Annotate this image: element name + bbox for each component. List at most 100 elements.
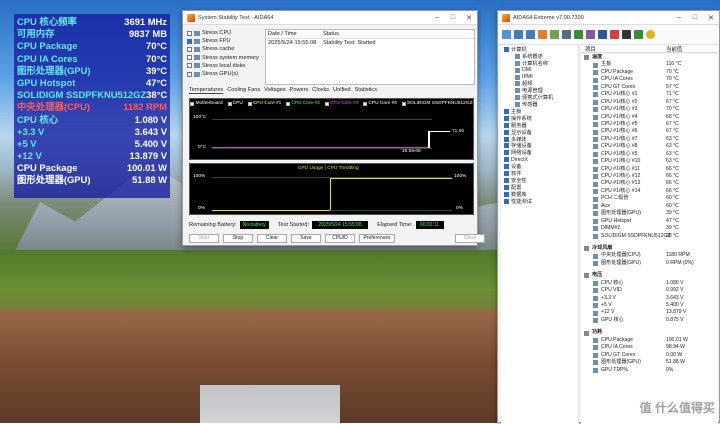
tab-statistics[interactable]: Statistics [355,87,377,94]
stress-option[interactable]: Stress system memory [187,54,261,62]
tree-node[interactable]: 数据库 [501,191,578,198]
benchmark-icon[interactable] [586,30,595,39]
save-button[interactable]: Save [291,234,321,243]
tree-node[interactable]: 计算机 [501,46,578,53]
legend-item[interactable]: SOLIDIGM SSDPFKNU512GZ [401,100,473,107]
sensor-row[interactable]: CPU GT Cores 0.00 W [581,352,718,359]
stress-checkbox[interactable] [187,30,192,36]
tree-node[interactable]: 计算机名称 [501,60,578,67]
sensor-row[interactable]: CPU IA Cores 70 °C [581,76,718,83]
favorite-icon[interactable] [646,30,655,39]
sensor-row[interactable]: GPU 核心 0.875 V [581,317,718,324]
sensor-list[interactable]: 温度 主板 116 °C CPU Package 70 °C CPU IA Cores 70… [581,54,718,424]
preferences-button[interactable]: Preferences [359,234,395,243]
menu-icon[interactable] [502,30,511,39]
tree-node[interactable]: 安全性 [501,177,578,184]
legend-checkbox[interactable] [401,101,406,106]
tree-node[interactable]: 性能测试 [501,198,578,205]
legend-item[interactable]: CPU Core #1 [247,100,281,107]
clear-button[interactable]: Clear [257,234,287,243]
tab-clocks[interactable]: Clocks [312,87,329,94]
stress-checkbox[interactable] [187,38,192,44]
tree-node[interactable]: 软件 [501,170,578,177]
tree-node[interactable]: 电源管理 [501,87,578,94]
tree-node[interactable]: 传感器 [501,101,578,108]
stress-checkbox[interactable] [187,63,192,69]
minimize-icon[interactable]: – [429,14,445,22]
sensor-row[interactable]: 图形处理器(GPU) 0 RPM (0%) [581,260,718,267]
tree-node[interactable]: 系统概述 [501,53,578,60]
tab-powers[interactable]: Powers [290,87,309,94]
sensor-row[interactable]: CPU #1/核心 #10 63 °C [581,158,718,165]
stress-option[interactable]: Stress GPU(s) [187,70,261,78]
minimize-icon[interactable]: – [671,14,687,22]
sensor-row[interactable]: +12 V 13.879 V [581,309,718,316]
sensor-row[interactable]: CPU VID 0.992 V [581,287,718,294]
legend-checkbox[interactable] [190,101,195,106]
tree-node[interactable]: DirectX [501,156,578,163]
stress-checkbox[interactable] [187,55,192,61]
system-info-icon[interactable] [574,30,583,39]
sensor-row[interactable]: CPU Package 100.01 W [581,337,718,344]
status-log-table[interactable]: Date / Time Status 2025/5/24 15:55:08 St… [265,29,475,85]
tree-node[interactable]: 设备 [501,163,578,170]
tree-node[interactable]: 超频 [501,80,578,87]
legend-checkbox[interactable] [247,101,252,106]
sensor-row[interactable]: CPU #1/核心 #3 70 °C [581,106,718,113]
legend-checkbox[interactable] [286,101,291,106]
sensor-row[interactable]: CPU 核心 1.080 V [581,280,718,287]
tree-node[interactable]: 配置 [501,184,578,191]
sensor-row[interactable]: CPU #1/核心 #9 63 °C [581,151,718,158]
start-button[interactable]: Start [189,234,219,243]
tree-node[interactable]: 多媒体 [501,136,578,143]
stop-button[interactable]: Stop [223,234,253,243]
stability-test-window[interactable]: System Stability Test - AIDA64 – □ ✕ Str… [182,10,485,246]
maximize-icon[interactable]: □ [445,14,461,22]
sensor-row[interactable]: +5 V 5.400 V [581,302,718,309]
sensor-row[interactable]: PCH 二极管 60 °C [581,195,718,202]
sensor-row[interactable]: 中央处理器(CPU) 1180 RPM [581,252,718,259]
sensor-row[interactable]: CPU #1/核心 #1 71 °C [581,91,718,98]
sensor-row[interactable]: SOLIDIGM SSDPFKNU512GZ 38 °C [581,233,718,240]
stress-option[interactable]: Stress local disks [187,62,261,70]
forward-icon[interactable] [526,30,535,39]
close-icon[interactable]: ✕ [703,14,719,22]
section-header[interactable]: 功耗 [581,329,718,336]
aida64-main-window[interactable]: AIDA64 Extreme v7.00.7300 – □ ✕ 计算机 系统概述计… [497,10,720,424]
tree-node[interactable]: 存储设备 [501,142,578,149]
sensor-row[interactable]: CPU #1/核心 #11 66 °C [581,166,718,173]
close-icon[interactable]: ✕ [461,14,477,22]
legend-item[interactable]: CPU [227,100,243,107]
maximize-icon[interactable]: □ [687,14,703,22]
sensor-row[interactable]: GPU TDP% 0% [581,367,718,374]
sensor-row[interactable]: CPU #1/核心 #2 67 °C [581,99,718,106]
col-value[interactable]: 当前值 [666,45,682,53]
sensor-row[interactable]: CPU #1/核心 #8 63 °C [581,143,718,150]
sensor-row[interactable]: CPU IA Cores 98.94 W [581,344,718,351]
cpuid-icon[interactable] [610,30,619,39]
aida-title-bar[interactable]: AIDA64 Extreme v7.00.7300 – □ ✕ [498,11,719,25]
sensor-row[interactable]: CPU Package 70 °C [581,69,718,76]
stress-checkbox[interactable] [187,46,192,52]
disk-icon[interactable] [622,30,631,39]
refresh-icon[interactable] [550,30,559,39]
tree-node[interactable]: 便携式计算机 [501,94,578,101]
tab-cooling-fans[interactable]: Cooling Fans [227,87,260,94]
stress-option[interactable]: Stress CPU [187,29,261,37]
back-icon[interactable] [514,30,523,39]
tree-node[interactable]: 网络设备 [501,149,578,156]
sensor-row[interactable]: DIMM#2 39 °C [581,225,718,232]
tree-node[interactable]: 显示设备 [501,129,578,136]
legend-item[interactable]: CPU Core #3 [324,100,358,107]
tab-unified[interactable]: Unified [333,87,350,94]
tree-node[interactable]: 服务器 [501,122,578,129]
sensor-row[interactable]: GPU Hotspot 47 °C [581,218,718,225]
sensor-row[interactable]: 图形处理器(GPU) 39 °C [581,210,718,217]
stability-title-bar[interactable]: System Stability Test - AIDA64 – □ ✕ [183,11,477,25]
stability-test-icon[interactable] [598,30,607,39]
legend-item[interactable]: Motherboard [190,100,223,107]
tree-node[interactable]: 主板 [501,108,578,115]
stress-checkbox[interactable] [187,71,192,77]
sensor-row[interactable]: 主板 116 °C [581,61,718,68]
sensor-row[interactable]: 图形处理器(GPU) 51.88 W [581,359,718,366]
